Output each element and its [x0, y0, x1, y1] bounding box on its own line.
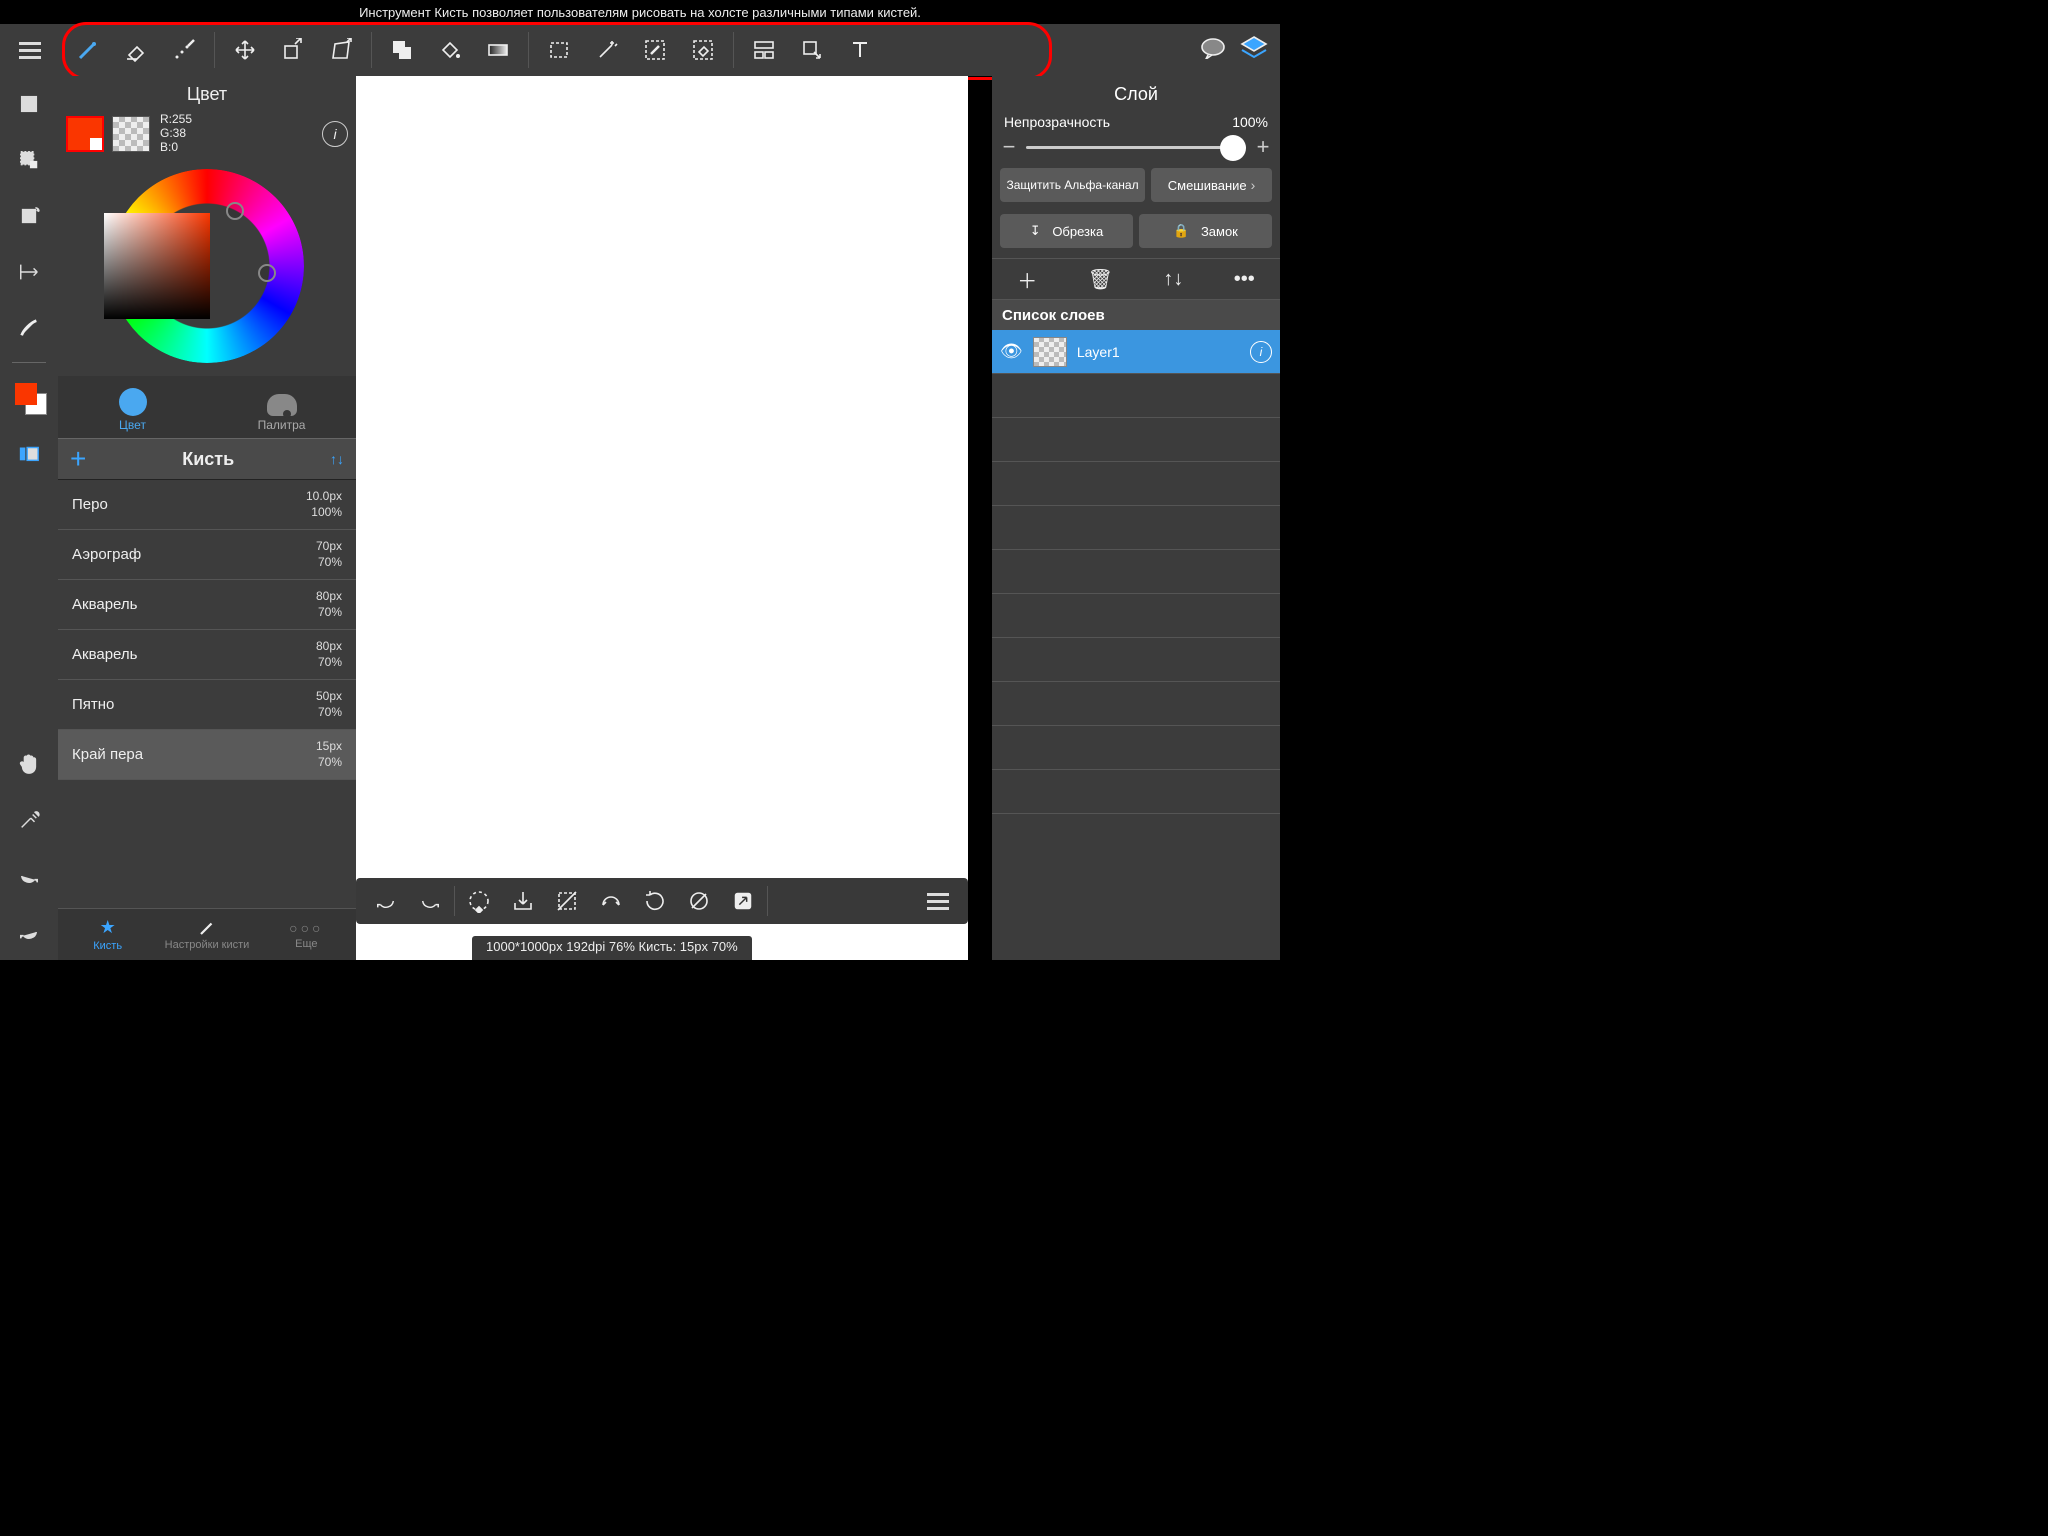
left-rail [0, 76, 58, 960]
opacity-minus[interactable]: − [1002, 134, 1016, 160]
color-panel: Цвет R:255 G:38 B:0 i Цвет Палитра + Кис… [58, 76, 356, 960]
rail-selection-icon[interactable] [0, 132, 58, 188]
move-tool[interactable] [221, 26, 269, 74]
tooltip-text: Инструмент Кисть позволяет пользователям… [359, 5, 921, 20]
menu-button[interactable] [0, 42, 60, 59]
rail-rotate-icon[interactable] [0, 188, 58, 244]
opacity-value: 100% [1232, 114, 1268, 130]
foreground-swatch[interactable] [66, 116, 104, 152]
protect-alpha-button[interactable]: Защитить Альфа-канал [1000, 168, 1145, 202]
color-panel-title: Цвет [58, 76, 356, 112]
color-circle-icon [119, 388, 147, 416]
add-layer-button[interactable]: ＋ [1017, 265, 1037, 294]
info-icon[interactable]: i [322, 121, 348, 147]
layer-more-button[interactable]: ••• [1234, 268, 1255, 291]
bottom-menu-button[interactable] [916, 879, 960, 923]
brush-item[interactable]: Край пера15px70% [58, 730, 356, 780]
layer-info-icon[interactable]: i [1250, 341, 1272, 363]
tab-color[interactable]: Цвет [58, 376, 207, 438]
opacity-plus[interactable]: + [1256, 134, 1270, 160]
add-brush-button[interactable]: + [70, 443, 86, 475]
fill-tool[interactable] [378, 26, 426, 74]
no-preview-button[interactable] [677, 879, 721, 923]
picker-tool[interactable] [788, 26, 836, 74]
brush-item[interactable]: Акварель80px70% [58, 580, 356, 630]
dot-brush-tool[interactable] [160, 26, 208, 74]
delete-layer-button[interactable]: 🗑 [1088, 267, 1113, 292]
tooltip-bar: Инструмент Кисть позволяет пользователям… [0, 0, 1280, 24]
select-rect-tool[interactable] [535, 26, 583, 74]
deselect-button[interactable] [545, 879, 589, 923]
layer-panel-title: Слой [992, 76, 1280, 112]
color-wheel[interactable] [58, 156, 356, 376]
rail-brush-icon[interactable] [0, 300, 58, 356]
background-swatch[interactable] [112, 116, 150, 152]
rail-flip-icon[interactable] [0, 244, 58, 300]
rotate-cw-button[interactable] [633, 879, 677, 923]
brush-tool[interactable] [64, 26, 112, 74]
crop-button[interactable]: ↧ Обрезка [1000, 214, 1133, 248]
text-tool[interactable] [836, 26, 884, 74]
gradient-tool[interactable] [474, 26, 522, 74]
sort-brushes-button[interactable]: ↑↓ [330, 451, 344, 467]
rail-fullscreen-icon[interactable] [0, 425, 58, 481]
rotate-tool-button[interactable] [457, 879, 501, 923]
tab-palette[interactable]: Палитра [207, 376, 356, 438]
blend-mode-button[interactable]: Смешивание› [1151, 168, 1272, 202]
lock-button[interactable]: 🔒 Замок [1139, 214, 1272, 248]
brush-header: Кисть [182, 449, 234, 470]
top-toolbar [0, 24, 1280, 76]
magic-wand-tool[interactable] [583, 26, 631, 74]
save-button[interactable] [501, 879, 545, 923]
layers-icon[interactable] [1240, 35, 1268, 66]
eraser-tool[interactable] [112, 26, 160, 74]
flip-h-button[interactable] [589, 879, 633, 923]
brush-item[interactable]: Пятно50px70% [58, 680, 356, 730]
rail-hand-icon[interactable] [0, 736, 58, 792]
status-bar: 1000*1000px 192dpi 76% Кисть: 15px 70% [472, 936, 752, 960]
canvas[interactable] [356, 76, 968, 960]
redo-button[interactable] [408, 879, 452, 923]
expand-button[interactable] [721, 879, 765, 923]
rail-undo-icon[interactable] [0, 904, 58, 960]
layer-list-title: Список слоев [992, 300, 1280, 330]
rail-colors-icon[interactable] [0, 369, 58, 425]
select-brush-tool[interactable] [631, 26, 679, 74]
bottom-tab-brush[interactable]: ★Кисть [58, 909, 157, 960]
chat-icon[interactable] [1200, 37, 1226, 64]
floating-toolbar [356, 878, 968, 924]
brush-item[interactable]: Акварель80px70% [58, 630, 356, 680]
layer-thumbnail [1033, 337, 1067, 367]
opacity-label: Непрозрачность [1004, 114, 1110, 130]
bucket-tool[interactable] [426, 26, 474, 74]
visibility-icon[interactable]: 👁 [1000, 341, 1023, 362]
layer-name: Layer1 [1077, 344, 1120, 360]
layer-item[interactable]: 👁 Layer1 i [992, 330, 1280, 374]
select-erase-tool[interactable] [679, 26, 727, 74]
panel-tool[interactable] [740, 26, 788, 74]
rail-eyedropper-icon[interactable] [0, 792, 58, 848]
opacity-slider[interactable] [1026, 146, 1246, 149]
brush-item[interactable]: Аэрограф70px70% [58, 530, 356, 580]
reorder-layer-button[interactable]: ↑↓ [1163, 268, 1183, 291]
rail-canvas-icon[interactable] [0, 76, 58, 132]
palette-icon [267, 394, 297, 416]
rail-redo-icon[interactable] [0, 848, 58, 904]
bottom-tab-settings[interactable]: Настройки кисти [157, 909, 256, 960]
layer-list: 👁 Layer1 i [992, 330, 1280, 960]
bottom-tab-more[interactable]: ○○○Еще [257, 909, 356, 960]
rgb-readout: R:255 G:38 B:0 [160, 113, 192, 154]
hamburger-icon [19, 42, 41, 59]
undo-button[interactable] [364, 879, 408, 923]
distort-tool[interactable] [317, 26, 365, 74]
transform-tool[interactable] [269, 26, 317, 74]
layer-panel: Слой Непрозрачность 100% − + Защитить Ал… [992, 76, 1280, 960]
brush-list[interactable]: Перо10.0px100% Аэрограф70px70% Акварель8… [58, 480, 356, 908]
brush-item[interactable]: Перо10.0px100% [58, 480, 356, 530]
